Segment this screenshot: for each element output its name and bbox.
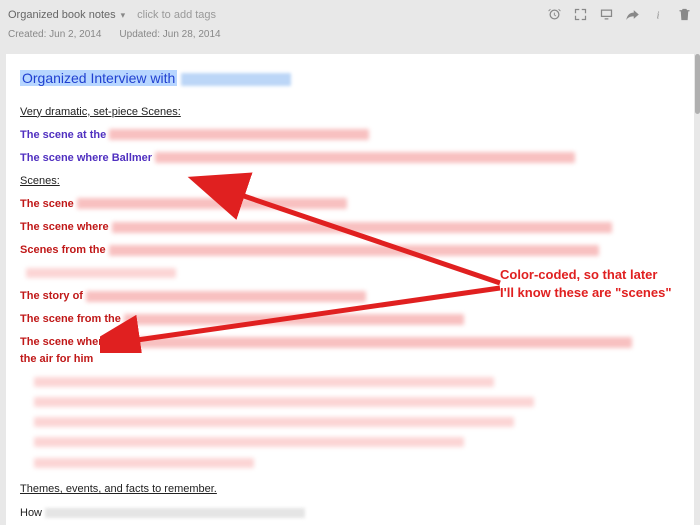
redacted-text [112, 337, 632, 348]
reminder-button[interactable] [544, 4, 564, 24]
redacted-text [26, 268, 176, 278]
expand-icon [573, 7, 588, 22]
info-button[interactable]: i [648, 4, 668, 24]
share-icon [625, 7, 640, 22]
created-meta: Created: Jun 2, 2014 [8, 29, 101, 40]
section-heading-scenes: Scenes: [20, 173, 680, 190]
scene-line: The scene where the air for him [20, 334, 680, 368]
redacted-text [155, 152, 575, 163]
section-heading-dramatic: Very dramatic, set-piece Scenes: [20, 104, 680, 121]
content-area: Organized Interview with Very dramatic, … [0, 48, 700, 525]
note-header: Organized book notes ▾ click to add tags… [0, 0, 700, 48]
scene-line: The scene [20, 196, 680, 213]
notebook-selector[interactable]: Organized book notes ▾ [8, 9, 125, 21]
monitor-icon [599, 7, 614, 22]
plain-line: How [20, 505, 680, 522]
section-heading-themes: Themes, events, and facts to remember. [20, 481, 680, 498]
alarm-icon [547, 7, 562, 22]
redacted-name [181, 73, 291, 86]
redacted-text [112, 222, 612, 233]
svg-text:i: i [656, 10, 659, 21]
scrollbar-thumb[interactable] [695, 54, 700, 114]
note-body[interactable]: Organized Interview with Very dramatic, … [6, 54, 694, 525]
redacted-text [124, 314, 464, 325]
redacted-text [77, 198, 347, 209]
chevron-down-icon: ▾ [121, 10, 126, 21]
scene-line: The scene from the [20, 311, 680, 328]
trash-icon [677, 7, 692, 22]
scene-line: The scene where [20, 219, 680, 236]
present-button[interactable] [570, 4, 590, 24]
note-metadata: Created: Jun 2, 2014 Updated: Jun 28, 20… [8, 29, 692, 40]
header-top-row: Organized book notes ▾ click to add tags… [8, 5, 692, 25]
screen-button[interactable] [596, 4, 616, 24]
add-tags-prompt[interactable]: click to add tags [137, 9, 216, 21]
note-title: Organized Interview with [20, 68, 680, 90]
redacted-text [45, 508, 305, 518]
redacted-text [109, 129, 369, 140]
trash-button[interactable] [674, 4, 694, 24]
redacted-text [86, 291, 366, 302]
scene-line: The scene at the [20, 127, 680, 144]
redacted-paragraph [34, 374, 680, 471]
scene-line: The scene where Ballmer [20, 150, 680, 167]
share-button[interactable] [622, 4, 642, 24]
updated-meta: Updated: Jun 28, 2014 [119, 29, 220, 40]
scene-line: Scenes from the [20, 242, 680, 259]
info-icon: i [651, 7, 666, 22]
redacted-text [109, 245, 599, 256]
note-toolbar: i [544, 4, 694, 24]
notebook-name: Organized book notes [8, 9, 116, 21]
scene-line: The story of [20, 288, 680, 305]
